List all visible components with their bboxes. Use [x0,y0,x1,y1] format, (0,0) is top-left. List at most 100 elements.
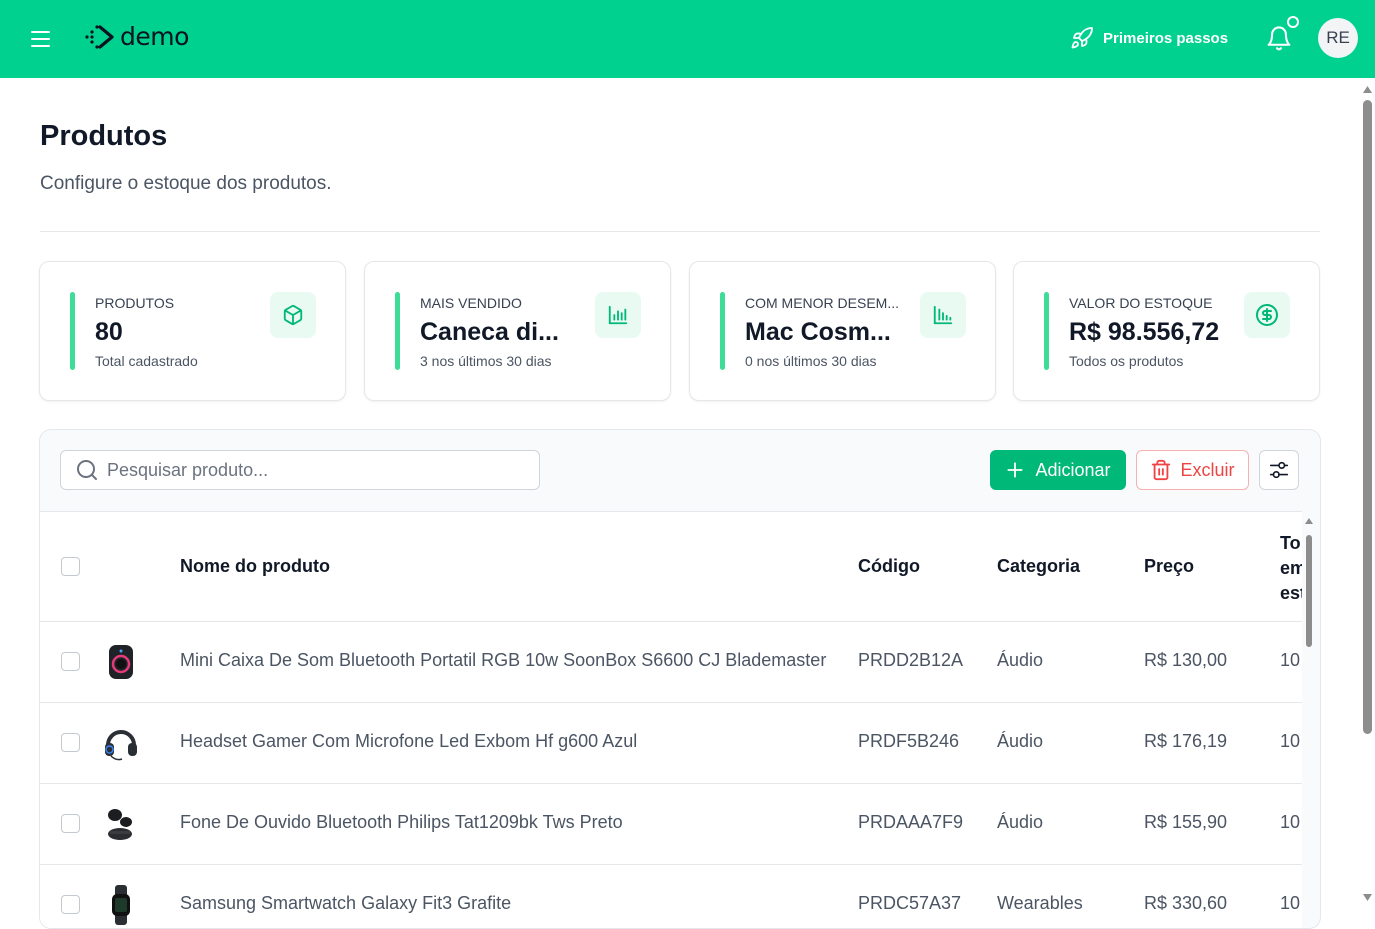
search-box[interactable] [60,450,540,490]
card-label: COM MENOR DESEM... [745,295,900,311]
product-code: PRDAAA7F9 [858,812,964,832]
product-name[interactable]: Fone De Ouvido Bluetooth Philips Tat1209… [180,812,623,833]
rocket-icon [1071,27,1093,49]
product-category: Áudio [997,812,1044,832]
select-all-checkbox[interactable] [61,557,80,576]
logo[interactable]: demo [84,22,189,51]
logo-mark-icon [85,24,114,49]
column-name-header[interactable]: Nome do produto [180,556,330,577]
card-accent [1044,292,1049,370]
primeiros-passos-link[interactable]: Primeiros passos [1070,26,1228,50]
divider [40,231,1320,232]
column-price-header[interactable]: Preço [1144,556,1194,577]
page-scrollbar[interactable] [1360,82,1375,906]
card-value: R$ 98.556,72 [1069,318,1220,346]
page-title: Produtos [40,120,168,152]
product-price: R$ 155,90 [1144,812,1228,832]
primeiros-passos-label: Primeiros passos [1103,29,1229,47]
product-category: Áudio [997,731,1044,751]
search-input[interactable] [107,459,507,481]
row-checkbox[interactable] [61,814,80,833]
box-icon [270,292,316,338]
card-label: MAIS VENDIDO [420,295,522,311]
row-checkbox[interactable] [61,733,80,752]
stat-card-valor-estoque: VALOR DO ESTOQUE R$ 98.556,72 Todos os p… [1013,261,1320,401]
plus-icon [1007,462,1024,478]
column-category-header[interactable]: Categoria [997,556,1080,577]
bar-chart-low-icon [920,292,966,338]
notification-dot [1287,16,1299,28]
menu-icon[interactable] [26,24,56,54]
table-row[interactable]: Mini Caixa De Som Bluetooth Portatil RGB… [40,622,1302,703]
card-label: PRODUTOS [95,295,175,311]
product-total: 10 [1280,731,1301,751]
speaker-icon [101,642,141,682]
product-category: Wearables [997,893,1083,913]
column-total-header[interactable]: To em est [1280,531,1302,606]
product-category: Áudio [997,650,1044,670]
card-value: Caneca di... [420,318,559,346]
product-price: R$ 130,00 [1144,650,1228,670]
logo-text: demo [120,22,189,51]
bar-chart-icon [595,292,641,338]
card-accent [395,292,400,370]
stat-card-menor-desempenho: COM MENOR DESEM... Mac Cosm... 0 nos últ… [689,261,996,401]
card-label: VALOR DO ESTOQUE [1069,295,1213,311]
product-code: PRDC57A37 [858,893,962,913]
row-checkbox[interactable] [61,895,80,914]
page-subtitle: Configure o estoque dos produtos. [40,173,332,194]
scroll-down-arrow-icon[interactable] [1362,893,1373,902]
card-accent [720,292,725,370]
products-table: Nome do produto Código Categoria Preço T… [40,511,1302,928]
column-total-line: est [1280,583,1302,603]
product-price: R$ 330,60 [1144,893,1228,913]
product-name[interactable]: Mini Caixa De Som Bluetooth Portatil RGB… [180,650,826,671]
scroll-up-arrow-icon[interactable] [1362,85,1373,94]
product-name[interactable]: Samsung Smartwatch Galaxy Fit3 Grafite [180,893,511,914]
card-value: 80 [95,318,123,346]
add-button[interactable]: Adicionar [990,450,1126,490]
search-icon [77,460,97,480]
add-button-label: Adicionar [1035,459,1111,480]
product-price: R$ 176,19 [1144,731,1228,751]
dollar-circle-icon [1244,292,1290,338]
row-checkbox[interactable] [61,652,80,671]
table-scrollbar[interactable] [1304,517,1314,928]
sliders-icon [1269,461,1289,479]
table-scrollbar-thumb[interactable] [1306,535,1312,647]
product-total: 10 [1280,893,1301,913]
card-note: 0 nos últimos 30 dias [745,353,877,369]
product-total: 10 [1280,812,1301,832]
products-panel: Adicionar Excluir Nome do produto Código… [39,429,1321,929]
card-value: Mac Cosm... [745,318,891,346]
filter-settings-button[interactable] [1259,450,1299,490]
delete-button-label: Excluir [1180,459,1235,480]
table-row[interactable]: Samsung Smartwatch Galaxy Fit3 Grafite P… [40,865,1302,928]
delete-button[interactable]: Excluir [1136,450,1249,490]
card-note: Todos os produtos [1069,353,1184,369]
product-code: PRDD2B12A [858,650,964,670]
avatar[interactable]: RE [1318,18,1358,58]
column-code-header[interactable]: Código [858,556,920,577]
stat-card-mais-vendido: MAIS VENDIDO Caneca di... 3 nos últimos … [364,261,671,401]
bell-icon[interactable] [1265,24,1293,54]
scroll-up-arrow-icon[interactable] [1304,517,1314,525]
stat-card-produtos: PRODUTOS 80 Total cadastrado [39,261,346,401]
card-accent [70,292,75,370]
top-bar: demo Primeiros passos RE [0,0,1375,78]
smartwatch-icon [101,885,141,925]
column-total-line: em [1280,558,1302,578]
product-code: PRDF5B246 [858,731,960,751]
table-row[interactable]: Headset Gamer Com Microfone Led Exbom Hf… [40,703,1302,784]
product-name[interactable]: Headset Gamer Com Microfone Led Exbom Hf… [180,731,637,752]
table-header: Nome do produto Código Categoria Preço T… [40,511,1302,622]
page-scrollbar-thumb[interactable] [1363,100,1372,734]
card-note: Total cadastrado [95,353,198,369]
column-total-line: To [1280,533,1301,553]
earbuds-icon [101,804,141,844]
headset-icon [101,723,141,763]
table-row[interactable]: Fone De Ouvido Bluetooth Philips Tat1209… [40,784,1302,865]
card-note: 3 nos últimos 30 dias [420,353,552,369]
product-total: 10 [1280,650,1301,670]
trash-icon [1152,459,1171,481]
